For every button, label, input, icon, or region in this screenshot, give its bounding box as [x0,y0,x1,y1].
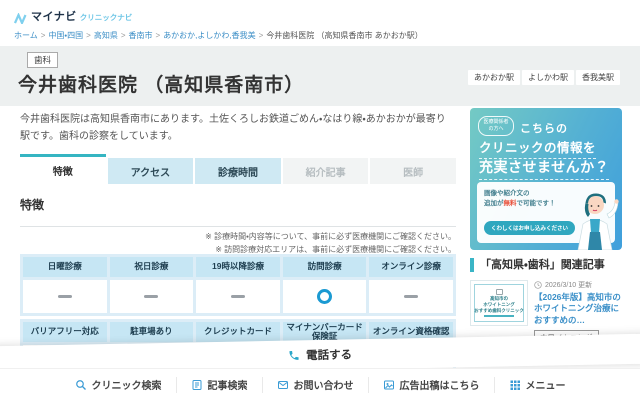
promo-headline-1: こちらの [520,120,568,136]
footer-contact[interactable]: お問い合わせ [262,377,368,393]
feature-value-sunday [23,280,107,313]
station-tag[interactable]: 香我美駅 [576,70,620,85]
footer-advertise[interactable]: 広告出稿はこちら [368,377,494,393]
section-divider [20,226,456,227]
promo-badge-line: の方へ [480,126,512,133]
breadcrumb-separator: > [259,31,264,40]
feature-header-barrierfree: バリアフリー対応 [23,322,107,342]
breadcrumb-separator: > [121,31,126,40]
search-icon [75,379,87,391]
breadcrumb-current: 今井歯科医院 （高知県香南市 あかおか駅） [266,31,422,40]
promo-headline-3: 充実させませんか？ [479,157,609,180]
no-mark [144,295,158,298]
thumb-logo-bar [484,315,514,317]
promo-headline-2: クリニックの情報を [479,137,596,159]
station-tags: あかおか駅 よしかわ駅 香我美駅 [468,70,620,85]
article-thumbnail-inner: 高知市の ホワイトニング おすすめ歯科クリニック [474,284,524,322]
feature-table-row1: 日曜診療 祝日診療 19時以降診療 訪問診療 オンライン診療 [20,254,456,316]
site-logo[interactable]: マイナビ クリニックナビ [14,8,132,24]
thumb-text-line: ホワイトニング [483,302,515,307]
logo-main-text: マイナビ [31,8,77,24]
article-title-link[interactable]: 【2026年版】高知市のホワイトニング治療におすすめの… [534,292,624,326]
breadcrumb: ホーム>中国・四国>高知県>香南市>あかおか,よしかわ,香我美>今井歯科医院 （… [14,30,423,41]
footer-item-label: 広告出稿はこちら [400,377,480,392]
promo-badge-line: 医療関係者 [480,119,512,126]
feature-value-holiday [110,280,194,313]
breadcrumb-separator: > [41,31,46,40]
mynavi-zigzag-icon [14,13,28,24]
breadcrumb-link-pref[interactable]: 高知県 [94,31,118,40]
promo-audience-badge: 医療関係者 の方へ [478,116,514,136]
tab-doctors[interactable]: 医師 [370,158,456,184]
footer-item-label: 記事検索 [208,377,248,392]
breadcrumb-link-area[interactable]: あかおか,よしかわ,香我美 [163,31,255,40]
feature-header-sunday: 日曜診療 [23,257,107,277]
ad-icon [383,379,395,391]
feature-notes: ※ 診療時間・内容等について、事前に必ず医療機関にご確認ください。 ※ 訪問診療… [205,231,456,257]
breadcrumb-link-home[interactable]: ホーム [14,31,38,40]
feature-header-credit: クレジットカード [196,322,280,342]
tab-articles[interactable]: 紹介記事 [283,158,369,184]
feature-value-online [369,280,453,313]
logo-sub-text: クリニックナビ [80,12,133,23]
phone-icon [288,349,300,361]
tab-bar: 特徴 アクセス 診療時間 紹介記事 医師 [20,154,456,184]
call-button-label: 電話する [306,346,352,363]
clinic-info-promo-banner[interactable]: 医療関係者 の方へ こちらの クリニックの情報を 充実させませんか？ 画像や紹介… [470,108,622,250]
station-tag[interactable]: あかおか駅 [468,70,520,85]
department-badge: 歯科 [27,52,58,68]
no-mark [404,295,418,298]
note-line: ※ 診療時間・内容等について、事前に必ず医療機関にご確認ください。 [205,231,456,244]
footer-nav: クリニック検索 記事検索 お問い合わせ 広告出稿はこちら [0,368,640,400]
feature-header-after19: 19時以降診療 [196,257,280,277]
breadcrumb-separator: > [156,31,161,40]
no-mark [231,295,245,298]
yes-circle-mark [317,289,332,304]
promo-sub-line1: 画像や紹介文の [484,190,530,197]
station-tag[interactable]: よしかわ駅 [522,70,574,85]
feature-header-holiday: 祝日診療 [110,257,194,277]
feature-header-visit: 訪問診療 [283,257,367,277]
related-articles-heading: 「高知県・歯科」関連記事 [470,258,605,272]
no-mark [58,295,72,298]
article-icon [191,379,203,391]
menu-icon [509,379,521,391]
breadcrumb-link-city[interactable]: 香南市 [129,31,153,40]
hero-band: 歯科 今井歯科医院 （高知県香南市） あかおか駅 よしかわ駅 香我美駅 [0,46,640,106]
promo-subtext: 画像や紹介文の 追加が無料で可能です！ [484,189,556,210]
thumb-text-line: 高知市の [490,296,508,301]
promo-sub-line2-post: で可能です！ [517,200,556,207]
footer-menu[interactable]: メニュー [494,377,580,393]
footer-item-label: メニュー [526,377,566,392]
breadcrumb-separator: > [86,31,91,40]
feature-header-parking: 駐車場あり [110,322,194,342]
top-header: マイナビ クリニックナビ ホーム>中国・四国>高知県>香南市>あかおか,よしかわ… [0,0,640,28]
promo-sub-line2-pre: 追加が [484,200,504,207]
article-date-text: 2026/3/10 更新 [545,280,592,290]
page-title: 今井歯科医院 （高知県香南市） [18,70,304,97]
clinic-description: 今井歯科医院は高知県香南市にあります。土佐くろしお鉄道ごめん・なはり線・あかおか… [20,112,452,145]
promo-free-highlight: 無料 [504,200,517,207]
thumb-text-line: おすすめ歯科クリニック [474,308,524,313]
section-title-features: 特徴 [20,196,44,213]
article-thumbnail[interactable]: 高知市の ホワイトニング おすすめ歯科クリニック [470,280,528,326]
mail-icon [277,379,289,391]
footer-item-label: お問い合わせ [294,377,354,392]
clock-icon [534,281,542,289]
feature-value-visit [283,280,367,313]
article-date: 2026/3/10 更新 [534,280,624,290]
tab-features[interactable]: 特徴 [20,154,106,184]
medical-staff-illustration [570,188,620,250]
footer-clinic-search[interactable]: クリニック検索 [61,377,176,393]
promo-apply-button[interactable]: くわしくはお申し込みください [484,221,575,235]
tab-hours[interactable]: 診療時間 [195,158,281,184]
footer-item-label: クリニック検索 [92,377,162,392]
tab-access[interactable]: アクセス [108,158,194,184]
feature-header-online: オンライン診療 [369,257,453,277]
tooth-icon [496,289,503,295]
feature-value-after19 [196,280,280,313]
breadcrumb-link-region[interactable]: 中国・四国 [48,31,83,40]
footer-article-search[interactable]: 記事検索 [176,377,262,393]
